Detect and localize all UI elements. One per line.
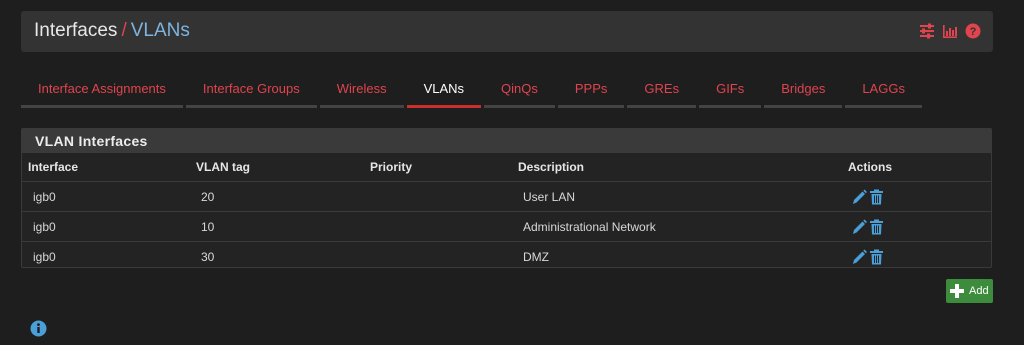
help-icon[interactable]: ? (965, 23, 981, 39)
vlan-table: Interface VLAN tag Priority Description … (22, 153, 991, 271)
tab-gifs[interactable]: GIFs (699, 73, 762, 108)
bar-chart-icon[interactable] (942, 23, 958, 39)
svg-text:?: ? (970, 26, 977, 38)
breadcrumb-separator: / (121, 20, 127, 41)
edit-pencil-icon[interactable] (852, 189, 867, 205)
cell-interface: igb0 (22, 181, 196, 212)
tab-bar: Interface Assignments Interface Groups W… (21, 73, 925, 108)
edit-pencil-icon[interactable] (852, 249, 867, 265)
tab-gres[interactable]: GREs (627, 73, 697, 108)
add-vlan-button[interactable]: Add (946, 279, 993, 303)
edit-pencil-icon[interactable] (852, 219, 867, 235)
tab-ppps[interactable]: PPPs (557, 73, 625, 108)
cell-actions (848, 242, 991, 272)
column-header-interface: Interface (22, 153, 196, 182)
info-icon[interactable] (30, 320, 47, 337)
plus-icon (950, 284, 964, 298)
page-header: Interfaces / VLANs ? (21, 11, 993, 52)
cell-description: DMZ (523, 249, 549, 264)
tab-bridges[interactable]: Bridges (764, 73, 843, 108)
column-header-vlan-tag: VLAN tag (196, 153, 370, 182)
column-header-priority: Priority (370, 153, 518, 182)
cell-interface: igb0 (22, 211, 196, 242)
cell-priority (370, 211, 518, 242)
add-button-label: Add (969, 285, 989, 297)
cell-interface: igb0 (33, 249, 56, 264)
cell-vlan-tag: 20 (196, 181, 370, 212)
tab-qinqs[interactable]: QinQs (484, 73, 555, 108)
cell-priority (370, 242, 518, 272)
tab-vlans[interactable]: VLANs (406, 73, 482, 108)
cell-description: Administrational Network (518, 211, 848, 242)
trash-icon[interactable] (869, 219, 884, 235)
breadcrumb-parent[interactable]: Interfaces (34, 20, 117, 41)
table-header-row: Interface VLAN tag Priority Description … (22, 153, 991, 182)
table-row: igb0 30 DMZ (22, 242, 991, 272)
tab-interface-groups[interactable]: Interface Groups (185, 73, 317, 108)
tab-interface-assignments[interactable]: Interface Assignments (21, 73, 183, 108)
column-header-description: Description (518, 153, 848, 182)
panel-title: VLAN Interfaces (22, 129, 991, 153)
cell-description: User LAN (518, 181, 848, 212)
breadcrumb-current[interactable]: VLANs (131, 20, 190, 41)
column-header-actions: Actions (848, 153, 991, 182)
cell-vlan-tag: 30 (201, 249, 215, 264)
table-row: igb0 20 User LAN (22, 181, 991, 212)
cell-priority (370, 181, 518, 212)
cell-vlan-tag: 10 (196, 211, 370, 242)
cell-actions (848, 181, 991, 212)
vlan-interfaces-panel: VLAN Interfaces Interface VLAN tag Prior… (21, 128, 992, 268)
cell-actions (848, 211, 991, 242)
trash-icon[interactable] (869, 189, 884, 205)
trash-icon[interactable] (869, 249, 884, 265)
sliders-icon[interactable] (919, 23, 935, 39)
breadcrumb: Interfaces / VLANs (34, 20, 190, 42)
tab-laggs[interactable]: LAGGs (845, 73, 922, 108)
table-row: igb0 10 Administrational Network (22, 211, 991, 242)
tab-wireless[interactable]: Wireless (319, 73, 404, 108)
